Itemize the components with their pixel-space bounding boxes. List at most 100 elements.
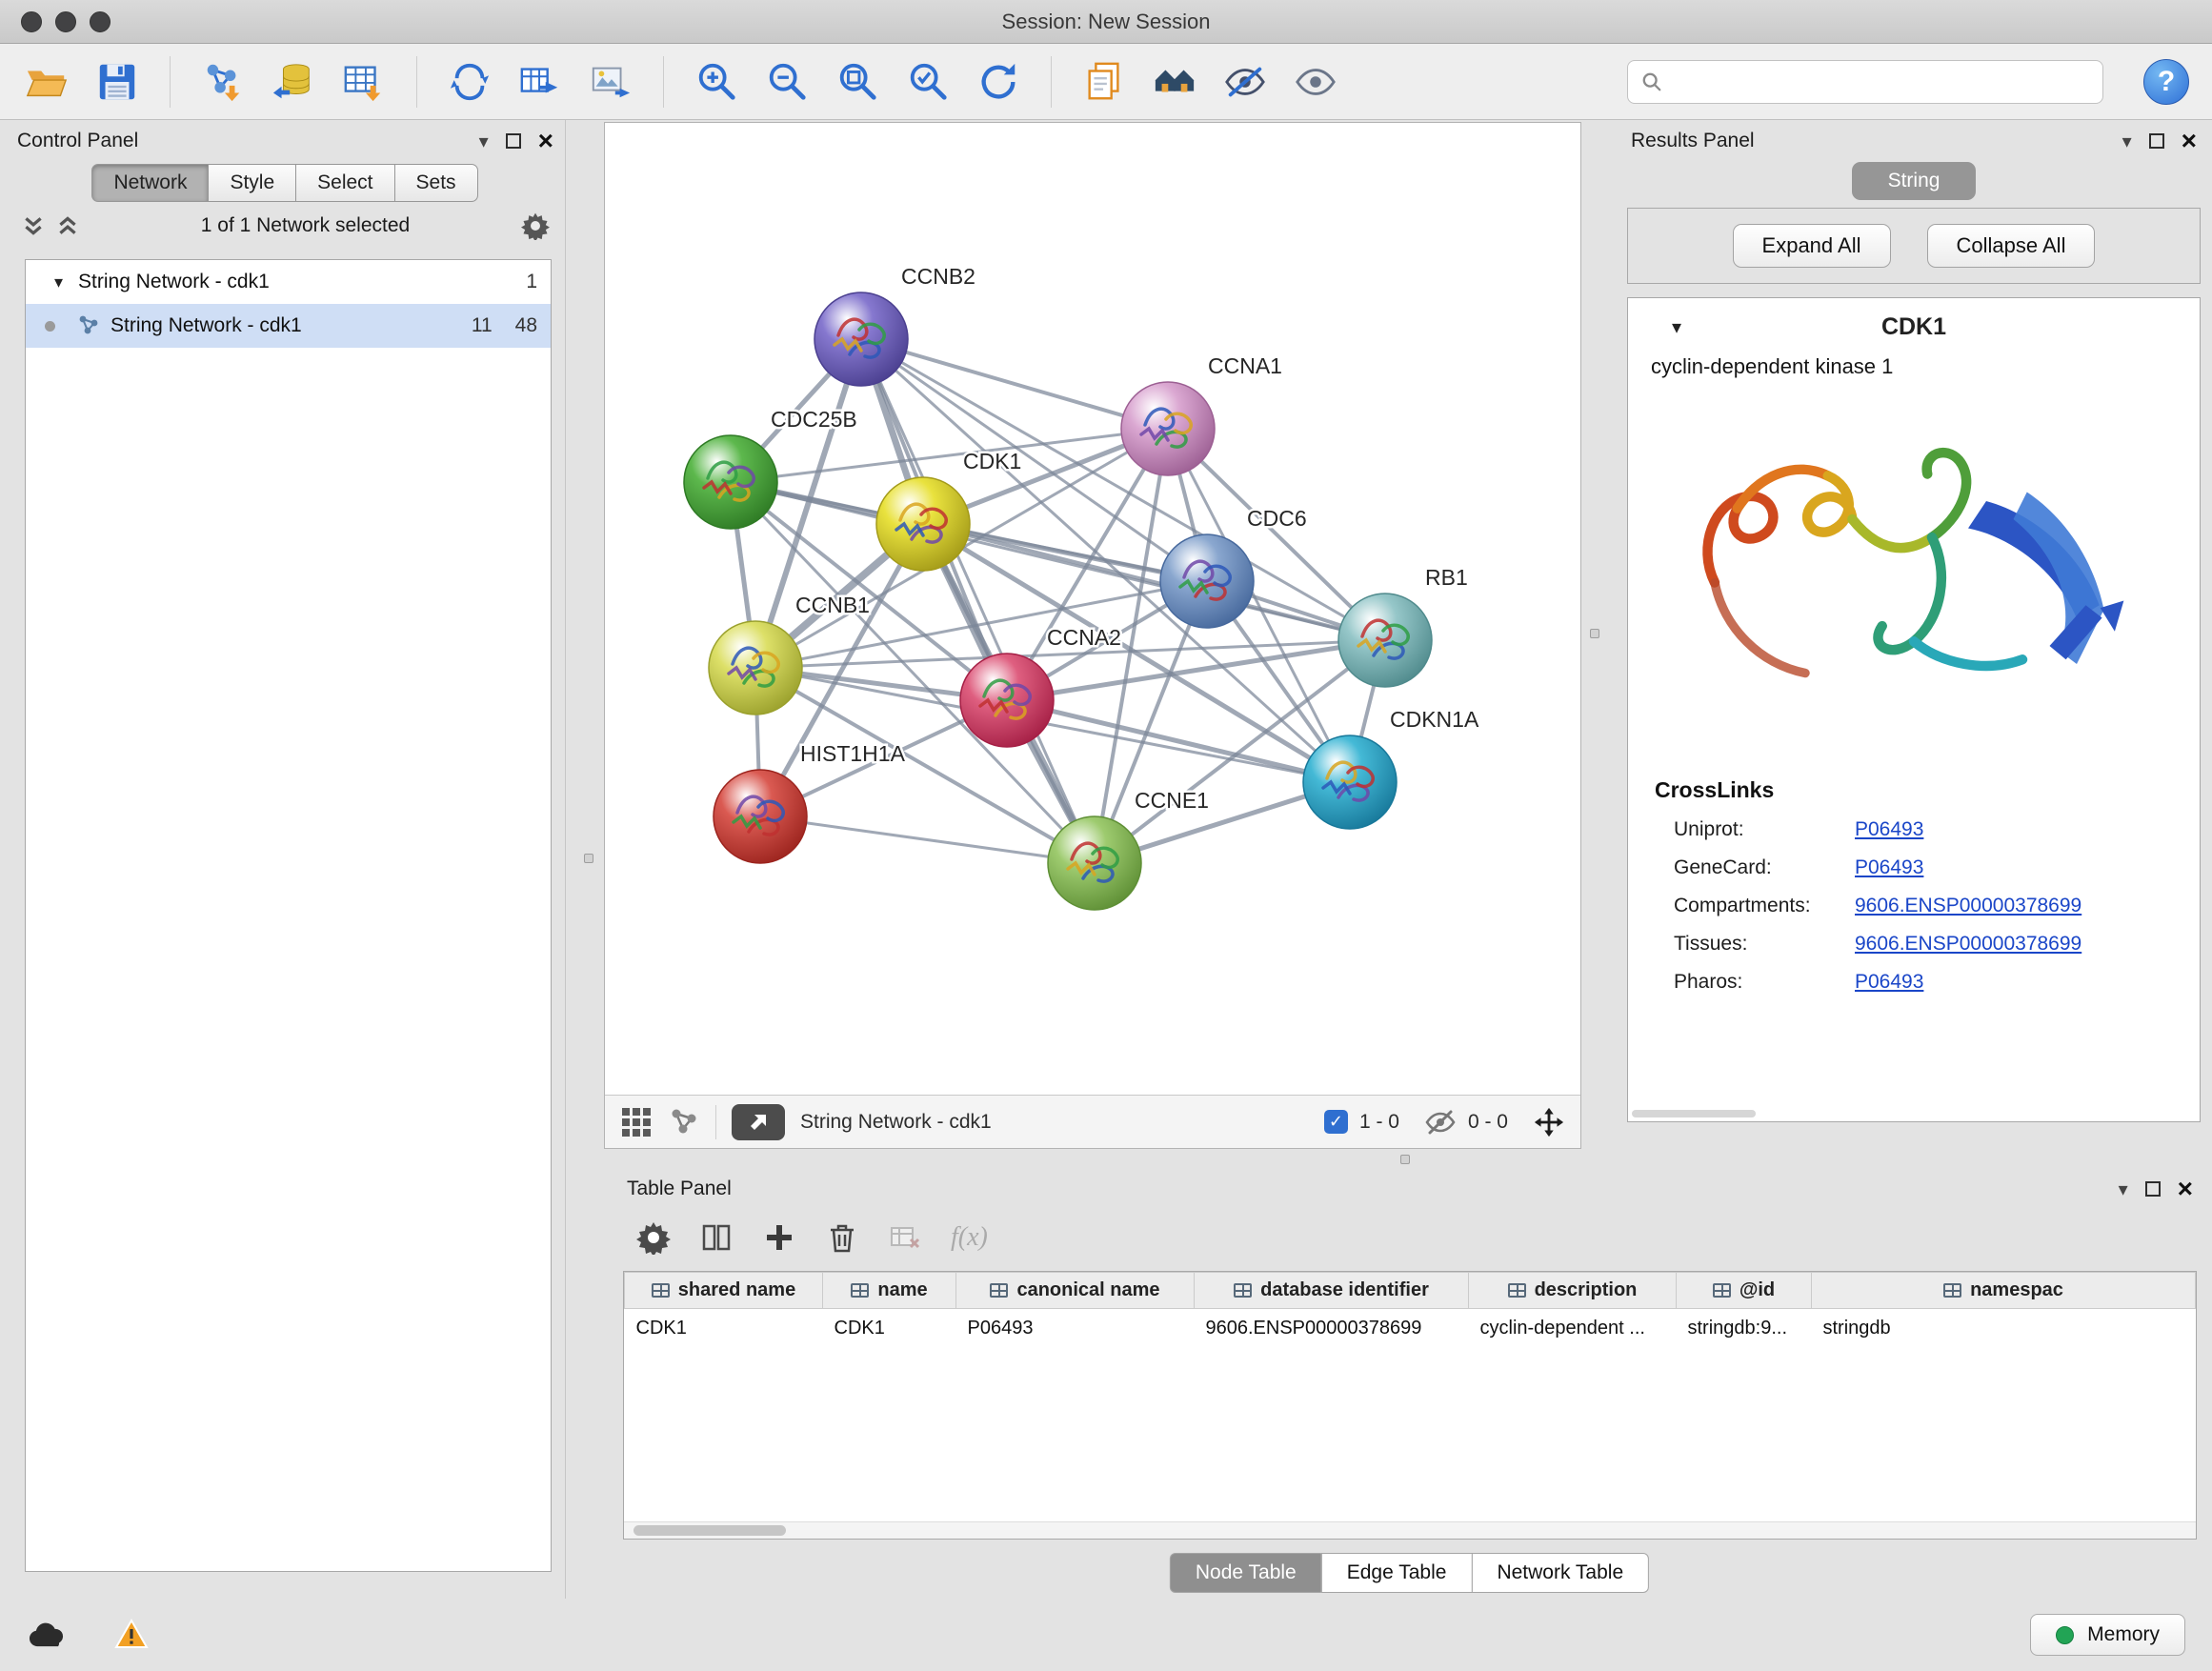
tab-string[interactable]: String (1852, 162, 1976, 200)
vertical-splitter-grip[interactable] (1590, 629, 1599, 638)
import-network-from-database-icon[interactable] (270, 58, 317, 106)
pan-move-icon[interactable] (1533, 1106, 1565, 1138)
network-node-CCNA1[interactable] (1121, 382, 1215, 475)
collection-expand-caret-icon[interactable]: ▾ (54, 272, 63, 292)
minimize-window-button[interactable] (55, 11, 76, 32)
crosslink-link[interactable]: 9606.ENSP00000378699 (1855, 895, 2081, 917)
clone-network-icon[interactable] (1080, 58, 1128, 106)
expand-all-networks-icon[interactable] (21, 213, 46, 238)
crosslink-link[interactable]: P06493 (1855, 971, 1923, 994)
network-node-CCNB1[interactable] (709, 621, 802, 715)
network-node-CCNB2[interactable] (814, 292, 908, 386)
zoom-in-icon[interactable] (693, 58, 740, 106)
network-options-gear-icon[interactable] (521, 211, 550, 240)
zoom-out-icon[interactable] (763, 58, 811, 106)
table-hscrollbar[interactable] (624, 1521, 2196, 1539)
column-header-shared-name[interactable]: shared name (625, 1273, 823, 1309)
network-share-icon[interactable] (668, 1106, 700, 1138)
network-collection-row[interactable]: ▾ String Network - cdk1 1 (26, 260, 551, 304)
network-node-CCNA2[interactable] (960, 654, 1054, 747)
network-node-HIST1H1A[interactable] (714, 770, 807, 863)
table-cell[interactable]: 9606.ENSP00000378699 (1195, 1309, 1469, 1349)
collapse-all-button[interactable]: Collapse All (1927, 224, 2096, 268)
search-input[interactable] (1672, 70, 2089, 92)
column-header-database-identifier[interactable]: database identifier (1195, 1273, 1469, 1309)
show-columns-icon[interactable] (699, 1220, 734, 1255)
detach-view-button[interactable] (732, 1104, 785, 1140)
tab-style[interactable]: Style (208, 164, 296, 202)
tab-select[interactable]: Select (295, 164, 394, 202)
import-table-from-file-icon[interactable] (340, 58, 388, 106)
network-node-CDC6[interactable] (1160, 534, 1254, 628)
save-session-icon[interactable] (93, 58, 141, 106)
network-node-CDKN1A[interactable] (1303, 735, 1397, 829)
new-network-from-table-icon[interactable] (516, 58, 564, 106)
refresh-view-icon[interactable] (975, 58, 1022, 106)
close-window-button[interactable] (21, 11, 42, 32)
maximize-window-button[interactable] (90, 11, 111, 32)
column-header--id[interactable]: @id (1677, 1273, 1812, 1309)
import-network-from-file-icon[interactable] (199, 58, 247, 106)
birdseye-view-icon[interactable] (620, 1106, 653, 1138)
float-panel-icon[interactable] (2149, 133, 2164, 149)
horizontal-splitter-grip[interactable] (1400, 1155, 1410, 1164)
crosslink-link[interactable]: P06493 (1855, 818, 1923, 841)
close-panel-icon[interactable]: × (2182, 128, 2197, 154)
table-cell[interactable]: CDK1 (625, 1309, 823, 1349)
delete-column-trash-icon[interactable] (825, 1220, 859, 1255)
network-edge-CCNB2-CCNA1[interactable] (861, 339, 1168, 429)
table-hscrollbar-thumb[interactable] (633, 1525, 786, 1536)
tab-sets[interactable]: Sets (394, 164, 478, 202)
table-cell[interactable]: cyclin-dependent ... (1469, 1309, 1677, 1349)
column-header-description[interactable]: description (1469, 1273, 1677, 1309)
tab-edge-table[interactable]: Edge Table (1321, 1553, 1473, 1593)
network-canvas[interactable]: CCNB2CCNA1CDC25BCDK1CDC6RB1CCNB1CCNA2CDK… (605, 123, 1580, 1095)
network-node-CCNE1[interactable] (1048, 816, 1141, 910)
zoom-selected-icon[interactable] (904, 58, 952, 106)
selected-indicator-checkbox[interactable]: ✓ (1324, 1110, 1348, 1134)
float-panel-icon[interactable] (506, 133, 521, 149)
network-edge-CCNE1-HIST1H1A[interactable] (760, 816, 1095, 863)
open-session-icon[interactable] (23, 58, 70, 106)
show-all-icon[interactable] (1292, 58, 1339, 106)
table-row[interactable]: CDK1CDK1P064939606.ENSP00000378699cyclin… (625, 1309, 2196, 1349)
vertical-splitter-grip[interactable] (584, 854, 593, 863)
column-header-namespac[interactable]: namespac (1812, 1273, 2196, 1309)
tab-node-table[interactable]: Node Table (1170, 1553, 1322, 1593)
panel-menu-caret-icon[interactable]: ▾ (479, 130, 489, 153)
table-cell[interactable]: CDK1 (823, 1309, 956, 1349)
table-options-gear-icon[interactable] (636, 1220, 671, 1255)
close-panel-icon[interactable]: × (538, 128, 553, 154)
toolbar-search-field[interactable] (1627, 60, 2103, 104)
create-column-plus-icon[interactable] (762, 1220, 796, 1255)
network-node-CDK1[interactable] (876, 477, 970, 571)
float-panel-icon[interactable] (2145, 1181, 2161, 1197)
network-row-selected[interactable]: String Network - cdk1 11 48 (26, 304, 551, 348)
network-node-CDC25B[interactable] (684, 435, 777, 529)
crosslink-link[interactable]: P06493 (1855, 856, 1923, 879)
network-edge-CCNB2-CCNE1[interactable] (861, 339, 1095, 863)
network-view[interactable]: CCNB2CCNA1CDC25BCDK1CDC6RB1CCNB1CCNA2CDK… (604, 122, 1581, 1149)
crosslink-link[interactable]: 9606.ENSP00000378699 (1855, 933, 2081, 956)
warning-icon[interactable] (111, 1618, 152, 1652)
new-network-icon[interactable] (446, 58, 493, 106)
panel-menu-caret-icon[interactable]: ▾ (2122, 130, 2132, 153)
hide-unselected-icon[interactable] (1221, 58, 1269, 106)
string-home-icon[interactable] (1151, 58, 1198, 106)
collapse-all-networks-icon[interactable] (55, 213, 80, 238)
table-cell[interactable]: stringdb:9... (1677, 1309, 1812, 1349)
help-button[interactable]: ? (2143, 59, 2189, 105)
protein-collapse-caret-icon[interactable]: ▾ (1672, 315, 1681, 339)
panel-menu-caret-icon[interactable]: ▾ (2119, 1178, 2128, 1201)
memory-button[interactable]: Memory (2030, 1614, 2185, 1656)
network-node-RB1[interactable] (1338, 594, 1432, 687)
zoom-fit-content-icon[interactable] (834, 58, 881, 106)
results-hscrollbar[interactable] (1632, 1110, 1756, 1117)
cloud-status-icon[interactable] (27, 1618, 69, 1652)
table-cell[interactable]: stringdb (1812, 1309, 2196, 1349)
column-header-name[interactable]: name (823, 1273, 956, 1309)
export-network-image-icon[interactable] (587, 58, 634, 106)
tab-network-table[interactable]: Network Table (1471, 1553, 1649, 1593)
table-cell[interactable]: P06493 (956, 1309, 1195, 1349)
column-header-canonical-name[interactable]: canonical name (956, 1273, 1195, 1309)
